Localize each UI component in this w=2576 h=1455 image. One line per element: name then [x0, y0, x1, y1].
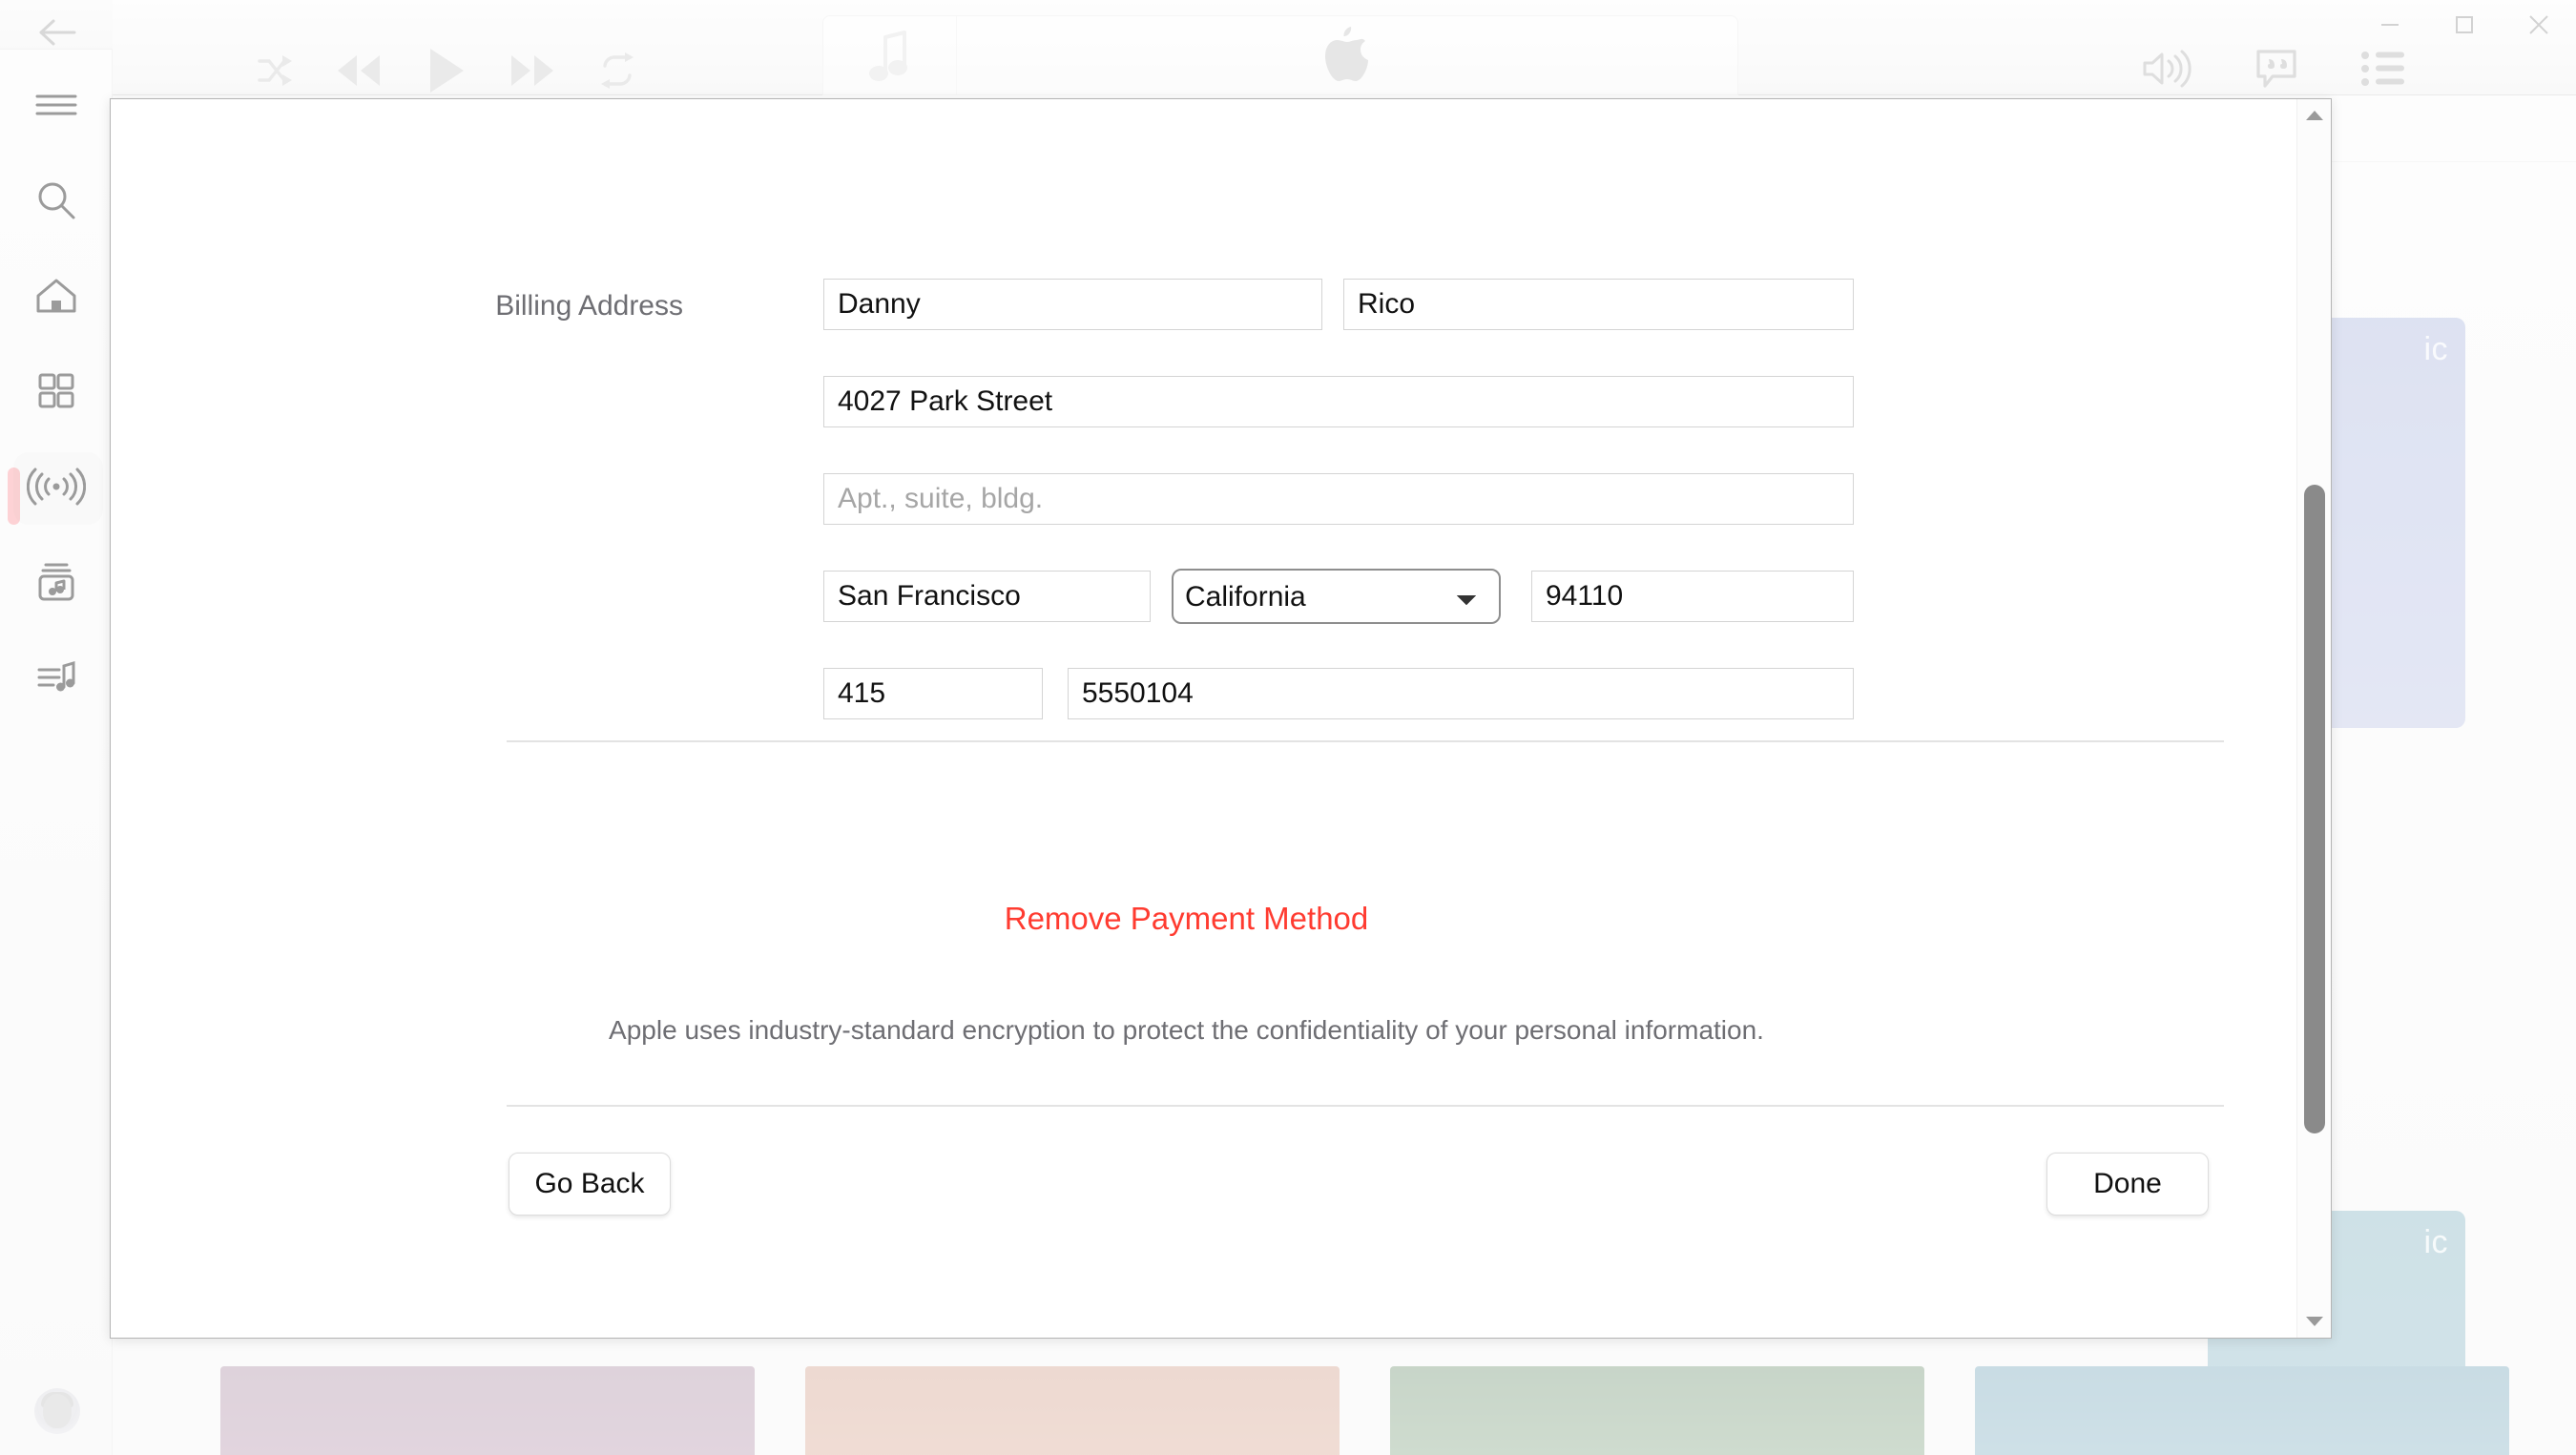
billing-address-label: Billing Address	[495, 290, 683, 322]
hamburger-menu-icon	[34, 91, 78, 124]
remove-payment-method-link[interactable]: Remove Payment Method	[111, 901, 2262, 937]
street-address-input[interactable]	[823, 376, 1854, 427]
phone-number-input[interactable]	[1068, 668, 1854, 719]
dialog-body: Billing Address California Remove Paymen…	[111, 99, 2296, 1338]
first-name-input[interactable]	[823, 279, 1322, 330]
dialog-scrollbar[interactable]	[2296, 99, 2331, 1338]
go-back-button[interactable]: Go Back	[509, 1153, 671, 1216]
footer-divider	[507, 1105, 2224, 1107]
playlist-icon	[34, 657, 78, 702]
scroll-up-arrow-icon[interactable]	[2297, 99, 2331, 132]
search-icon	[35, 179, 77, 226]
city-input[interactable]	[823, 571, 1151, 622]
billing-address-dialog: Billing Address California Remove Paymen…	[110, 98, 2332, 1339]
section-divider	[507, 740, 2224, 742]
app-root: ic ic	[0, 0, 2576, 1455]
state-select[interactable]: California	[1172, 569, 1501, 624]
apt-suite-input[interactable]	[823, 473, 1854, 525]
legal-text: Apple uses industry-standard encryption …	[609, 1015, 1764, 1045]
area-code-input[interactable]	[823, 668, 1043, 719]
scrollbar-thumb[interactable]	[2304, 485, 2325, 1133]
grid-icon	[35, 370, 77, 417]
last-name-input[interactable]	[1343, 279, 1854, 330]
done-button[interactable]: Done	[2046, 1153, 2209, 1216]
radio-icon	[26, 467, 87, 511]
home-icon	[33, 275, 79, 322]
library-icon	[34, 560, 78, 609]
scroll-down-arrow-icon[interactable]	[2297, 1305, 2331, 1338]
zip-code-input[interactable]	[1531, 571, 1854, 622]
